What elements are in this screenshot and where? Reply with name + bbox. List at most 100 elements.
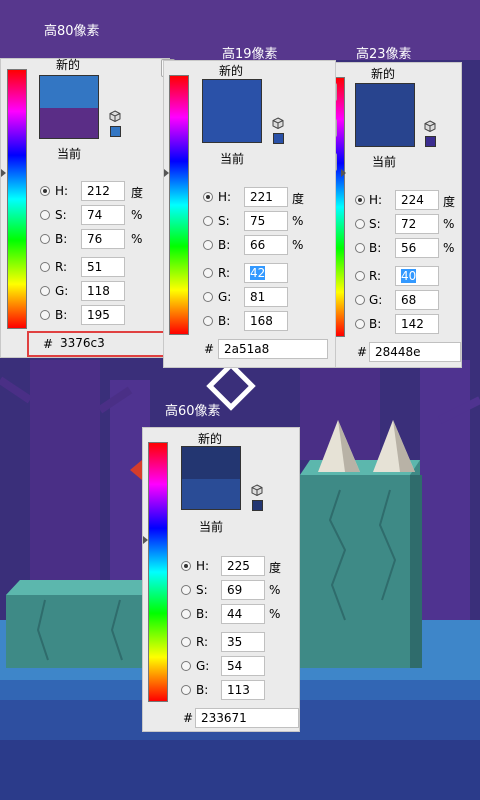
- b-radio[interactable]: [181, 609, 191, 619]
- h-radio[interactable]: [203, 192, 213, 202]
- r-input[interactable]: 51: [81, 257, 125, 277]
- current-color-swatch[interactable]: [40, 108, 98, 138]
- hex-row: # 3376c3: [37, 334, 167, 354]
- blue-radio[interactable]: [181, 685, 191, 695]
- picker-3-height-label: 高23像素: [356, 47, 412, 62]
- web-color-cube-icon[interactable]: [424, 120, 436, 132]
- b-radio[interactable]: [355, 243, 365, 253]
- h-radio[interactable]: [181, 561, 191, 571]
- rgb-r-row: R: 40: [353, 266, 461, 286]
- web-color-cube-icon[interactable]: [109, 110, 121, 122]
- hue-slider[interactable]: [335, 77, 345, 337]
- r-radio[interactable]: [40, 262, 50, 272]
- b-radio[interactable]: [203, 240, 213, 250]
- blue-label: B:: [55, 308, 68, 322]
- new-color-swatch: [203, 80, 261, 112]
- g-radio[interactable]: [203, 292, 213, 302]
- hsb-h-row: H: 224 度: [353, 190, 461, 210]
- web-color-swatch[interactable]: [252, 500, 263, 511]
- b-radio[interactable]: [40, 234, 50, 244]
- b-unit: %: [292, 238, 304, 252]
- s-input[interactable]: 69: [221, 580, 265, 600]
- r-radio[interactable]: [181, 637, 191, 647]
- hue-slider-handle[interactable]: [1, 169, 6, 177]
- hue-slider[interactable]: [148, 442, 168, 702]
- b-input[interactable]: 76: [81, 229, 125, 249]
- current-color-swatch[interactable]: [203, 112, 261, 142]
- s-radio[interactable]: [40, 210, 50, 220]
- blue-radio[interactable]: [203, 316, 213, 326]
- g-radio[interactable]: [181, 661, 191, 671]
- h-input[interactable]: 225: [221, 556, 265, 576]
- h-unit: 度: [131, 186, 144, 200]
- b-input[interactable]: 44: [221, 604, 265, 624]
- b-input[interactable]: 56: [395, 238, 439, 258]
- r-input[interactable]: 42: [244, 263, 288, 283]
- s-radio[interactable]: [181, 585, 191, 595]
- h-radio[interactable]: [355, 195, 365, 205]
- blue-input[interactable]: 168: [244, 311, 288, 331]
- r-input[interactable]: 40: [395, 266, 439, 286]
- s-radio[interactable]: [355, 219, 365, 229]
- picker-1-height-label: 高80像素: [44, 24, 100, 39]
- g-input[interactable]: 68: [395, 290, 439, 310]
- h-input[interactable]: 224: [395, 190, 439, 210]
- hex-input[interactable]: 3376c3: [55, 334, 165, 354]
- hue-slider-handle[interactable]: [143, 536, 148, 544]
- web-color-swatch[interactable]: [425, 136, 436, 147]
- h-radio[interactable]: [40, 186, 50, 196]
- g-input[interactable]: 54: [221, 656, 265, 676]
- web-color-swatch[interactable]: [110, 126, 121, 137]
- web-color-cube-icon[interactable]: [251, 484, 263, 496]
- blue-input[interactable]: 195: [81, 305, 125, 325]
- hue-slider[interactable]: [7, 69, 27, 329]
- new-color-label: 新的: [371, 67, 396, 81]
- hue-slider-handle[interactable]: [341, 169, 346, 177]
- h-input[interactable]: 221: [244, 187, 288, 207]
- b-input[interactable]: 66: [244, 235, 288, 255]
- color-preview: [181, 446, 241, 510]
- hex-input[interactable]: 2a51a8: [218, 339, 328, 359]
- color-picker-2: 新的 当前 H: 221 度 S: 75 % B: 66 % R: 42 G: …: [163, 60, 336, 368]
- blue-radio[interactable]: [355, 319, 365, 329]
- blue-label: B:: [196, 683, 209, 697]
- r-radio[interactable]: [203, 268, 213, 278]
- blue-input[interactable]: 113: [221, 680, 265, 700]
- rgb-g-row: G: 81: [200, 287, 334, 307]
- new-color-swatch: [40, 76, 98, 108]
- blue-input[interactable]: 142: [395, 314, 439, 334]
- blue-radio[interactable]: [40, 310, 50, 320]
- r-label: R:: [55, 260, 68, 274]
- hex-input[interactable]: 28448e: [369, 342, 461, 362]
- s-label: S:: [369, 217, 381, 231]
- web-color-swatch[interactable]: [273, 133, 284, 144]
- h-unit: 度: [443, 195, 456, 209]
- g-radio[interactable]: [40, 286, 50, 296]
- r-input[interactable]: 35: [221, 632, 265, 652]
- g-input[interactable]: 118: [81, 281, 125, 301]
- s-input[interactable]: 74: [81, 205, 125, 225]
- s-input[interactable]: 75: [244, 211, 288, 231]
- hue-slider[interactable]: [169, 75, 189, 335]
- current-color-swatch[interactable]: [182, 479, 240, 509]
- s-radio[interactable]: [203, 216, 213, 226]
- color-preview: [355, 83, 415, 147]
- current-color-swatch[interactable]: [356, 116, 414, 146]
- g-label: G:: [55, 284, 69, 298]
- blue-label: B:: [369, 317, 382, 331]
- g-radio[interactable]: [355, 295, 365, 305]
- s-label: S:: [218, 214, 230, 228]
- hsb-b-row: B: 56 %: [353, 238, 461, 258]
- r-radio[interactable]: [355, 271, 365, 281]
- b-label: B:: [196, 607, 209, 621]
- g-input[interactable]: 81: [244, 287, 288, 307]
- current-color-label: 当前: [220, 152, 245, 166]
- hue-slider-handle[interactable]: [164, 169, 169, 177]
- hex-input[interactable]: 233671: [195, 708, 299, 728]
- current-color-label: 当前: [57, 147, 82, 161]
- b-label: B:: [55, 232, 68, 246]
- s-input[interactable]: 72: [395, 214, 439, 234]
- h-input[interactable]: 212: [81, 181, 125, 201]
- web-color-cube-icon[interactable]: [272, 117, 284, 129]
- r-input-selected-text: 42: [250, 266, 266, 280]
